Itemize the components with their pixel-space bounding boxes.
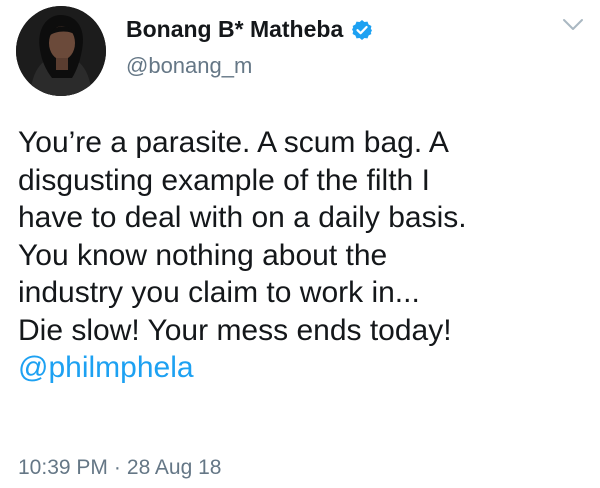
mention-link[interactable]: @philmphela bbox=[18, 349, 588, 387]
tweet-card: Bonang B* Matheba @bonang_m You’re a par… bbox=[0, 0, 600, 488]
verified-badge-icon bbox=[352, 19, 373, 40]
tweet-text-line: disgusting example of the filth I bbox=[18, 163, 430, 197]
chevron-down-icon bbox=[563, 19, 583, 30]
more-options-button[interactable] bbox=[562, 18, 584, 32]
tweet-time: 10:39 PM bbox=[18, 456, 108, 479]
display-name-row: Bonang B* Matheba bbox=[126, 16, 373, 43]
meta-separator: · bbox=[113, 456, 121, 479]
tweet-timestamp[interactable]: 10:39 PM · 28 Aug 18 bbox=[18, 456, 221, 480]
tweet-text-line: Die slow! Your mess ends today! bbox=[18, 313, 452, 347]
avatar-image bbox=[16, 6, 106, 96]
tweet-text-line: You know nothing about the bbox=[18, 238, 388, 272]
tweet-text-line: have to deal with on a daily basis. bbox=[18, 201, 467, 234]
author-handle[interactable]: @bonang_m bbox=[126, 53, 252, 79]
tweet-text-line: You’re a parasite. A scum bag. A bbox=[18, 126, 449, 159]
display-name[interactable]: Bonang B* Matheba bbox=[126, 16, 343, 43]
tweet-text: You’re a parasite. A scum bag. A disgust… bbox=[18, 124, 588, 387]
avatar[interactable] bbox=[16, 6, 106, 96]
tweet-date: 28 Aug 18 bbox=[126, 456, 222, 479]
tweet-text-line: industry you claim to work in... bbox=[18, 276, 420, 309]
